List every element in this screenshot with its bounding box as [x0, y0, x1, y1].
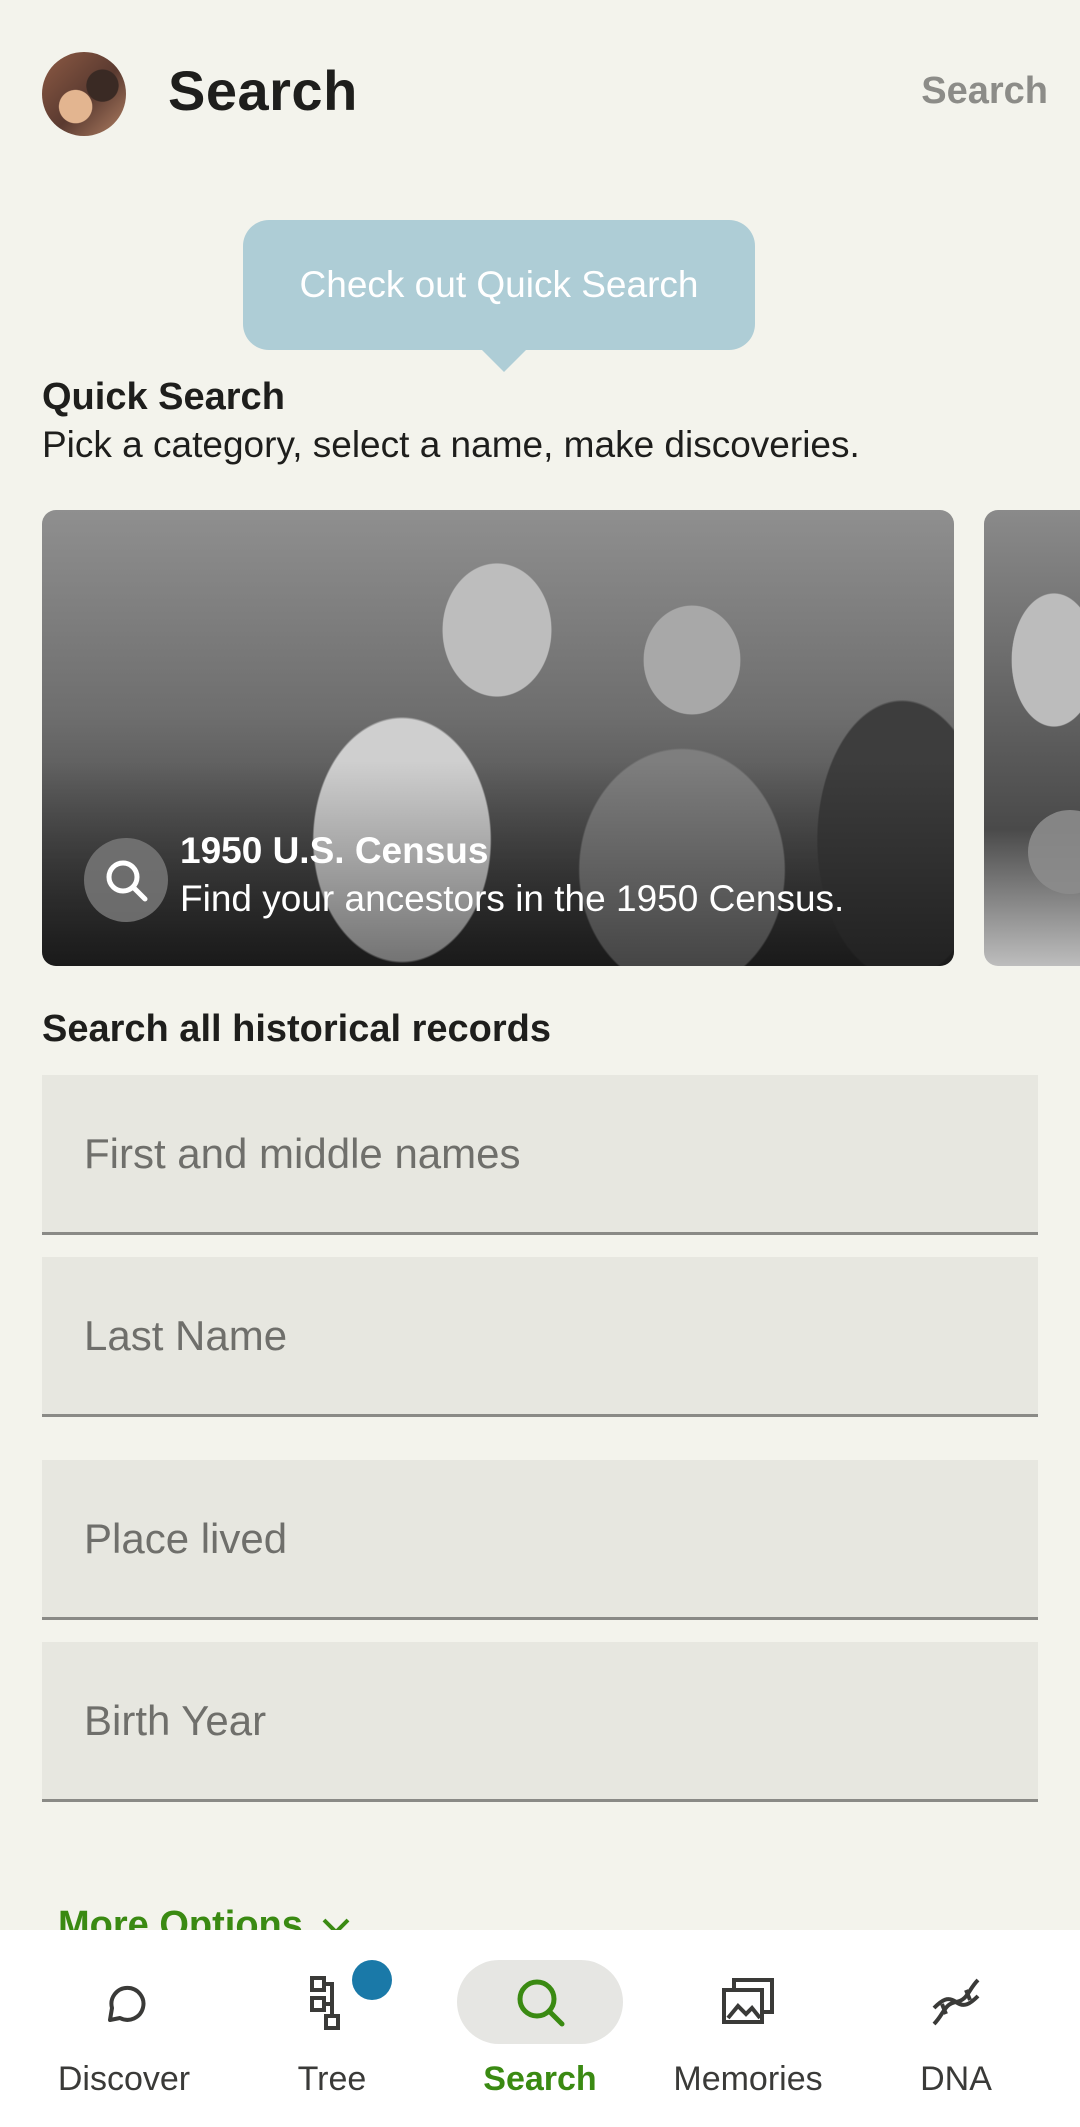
place-lived-field[interactable]	[42, 1460, 1038, 1620]
nav-label: DNA	[920, 2060, 992, 2098]
first-middle-names-field[interactable]	[42, 1075, 1038, 1235]
header-search-button[interactable]: Search	[921, 70, 1048, 113]
birth-year-input[interactable]	[84, 1696, 1038, 1745]
first-middle-names-input[interactable]	[84, 1129, 1038, 1178]
nav-discover[interactable]: Discover	[20, 1930, 228, 2127]
quick-search-title: Quick Search	[42, 376, 285, 418]
nav-memories[interactable]: Memories	[644, 1930, 852, 2127]
bottom-nav: Discover Tree Search Memories DNA	[0, 1930, 1080, 2127]
quick-search-subtitle: Pick a category, select a name, make dis…	[42, 424, 860, 465]
dna-icon	[873, 1960, 1039, 2044]
search-icon	[457, 1960, 623, 2044]
notification-badge	[352, 1960, 392, 2000]
memories-icon	[665, 1960, 831, 2044]
nav-label: Memories	[673, 2060, 823, 2098]
place-lived-input[interactable]	[84, 1514, 1038, 1563]
search-icon	[84, 838, 168, 922]
card-description: Find your ancestors in the 1950 Census.	[180, 878, 845, 919]
last-name-field[interactable]	[42, 1257, 1038, 1417]
page-title: Search	[168, 59, 358, 122]
nav-label: Tree	[297, 2060, 367, 2098]
nav-label: Discover	[57, 2060, 191, 2098]
quick-search-tooltip[interactable]: Check out Quick Search	[243, 220, 755, 372]
birth-year-field[interactable]	[42, 1642, 1038, 1802]
header: Search Search	[0, 0, 1080, 190]
nav-dna[interactable]: DNA	[852, 1930, 1060, 2127]
nav-label: Search	[483, 2060, 597, 2098]
last-name-input[interactable]	[84, 1311, 1038, 1360]
nav-tree[interactable]: Tree	[228, 1930, 436, 2127]
nav-search[interactable]: Search	[436, 1930, 644, 2127]
records-title: Search all historical records	[42, 1008, 552, 1050]
search-icon	[1028, 810, 1080, 894]
avatar[interactable]	[42, 52, 126, 136]
card-title: 1950 U.S. Census	[180, 830, 489, 871]
census-card[interactable]: 1950 U.S. Census Find your ancestors in …	[42, 510, 954, 966]
next-card-peek[interactable]	[984, 510, 1080, 966]
discover-icon	[41, 1960, 207, 2044]
